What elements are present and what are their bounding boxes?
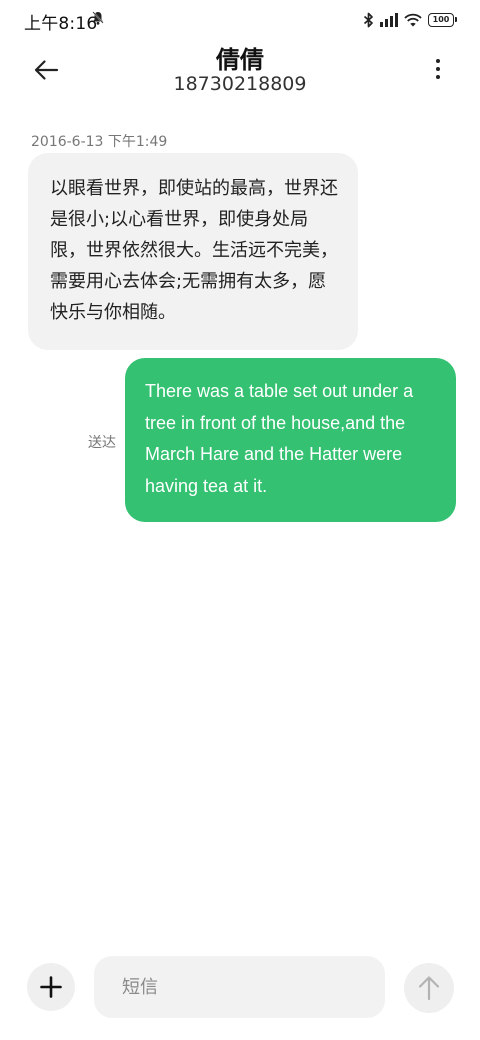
plus-icon xyxy=(40,976,62,998)
outgoing-message-bubble[interactable]: There was a table set out under a tree i… xyxy=(125,358,456,522)
battery-level: 100 xyxy=(432,15,450,24)
incoming-message-bubble[interactable]: 以眼看世界，即使站的最高，世界还是很小;以心看世界，即使身处局限，世界依然很大。… xyxy=(28,153,358,350)
contact-name: 倩倩 xyxy=(216,46,264,74)
status-bar: 上午8:16 100 xyxy=(0,0,480,40)
delivery-status: 送达 xyxy=(88,435,116,451)
more-options-button[interactable] xyxy=(426,54,450,84)
status-icons: 100 xyxy=(363,10,457,30)
send-button[interactable] xyxy=(404,963,454,1013)
conversation-header: 倩倩 18730218809 xyxy=(0,40,480,100)
wifi-icon xyxy=(404,13,422,27)
battery-icon: 100 xyxy=(428,13,457,27)
message-timestamp: 2016-6-13 下午1:49 xyxy=(31,134,168,150)
arrow-up-icon xyxy=(418,976,440,1001)
status-time: 上午8:16 xyxy=(24,14,98,34)
signal-icon xyxy=(380,13,398,27)
add-attachment-button[interactable] xyxy=(27,963,75,1011)
more-vertical-icon xyxy=(436,59,440,63)
bluetooth-icon xyxy=(363,12,373,28)
message-input[interactable] xyxy=(94,956,385,1018)
contact-phone-number: 18730218809 xyxy=(173,73,307,95)
dnd-bell-icon xyxy=(92,11,104,25)
